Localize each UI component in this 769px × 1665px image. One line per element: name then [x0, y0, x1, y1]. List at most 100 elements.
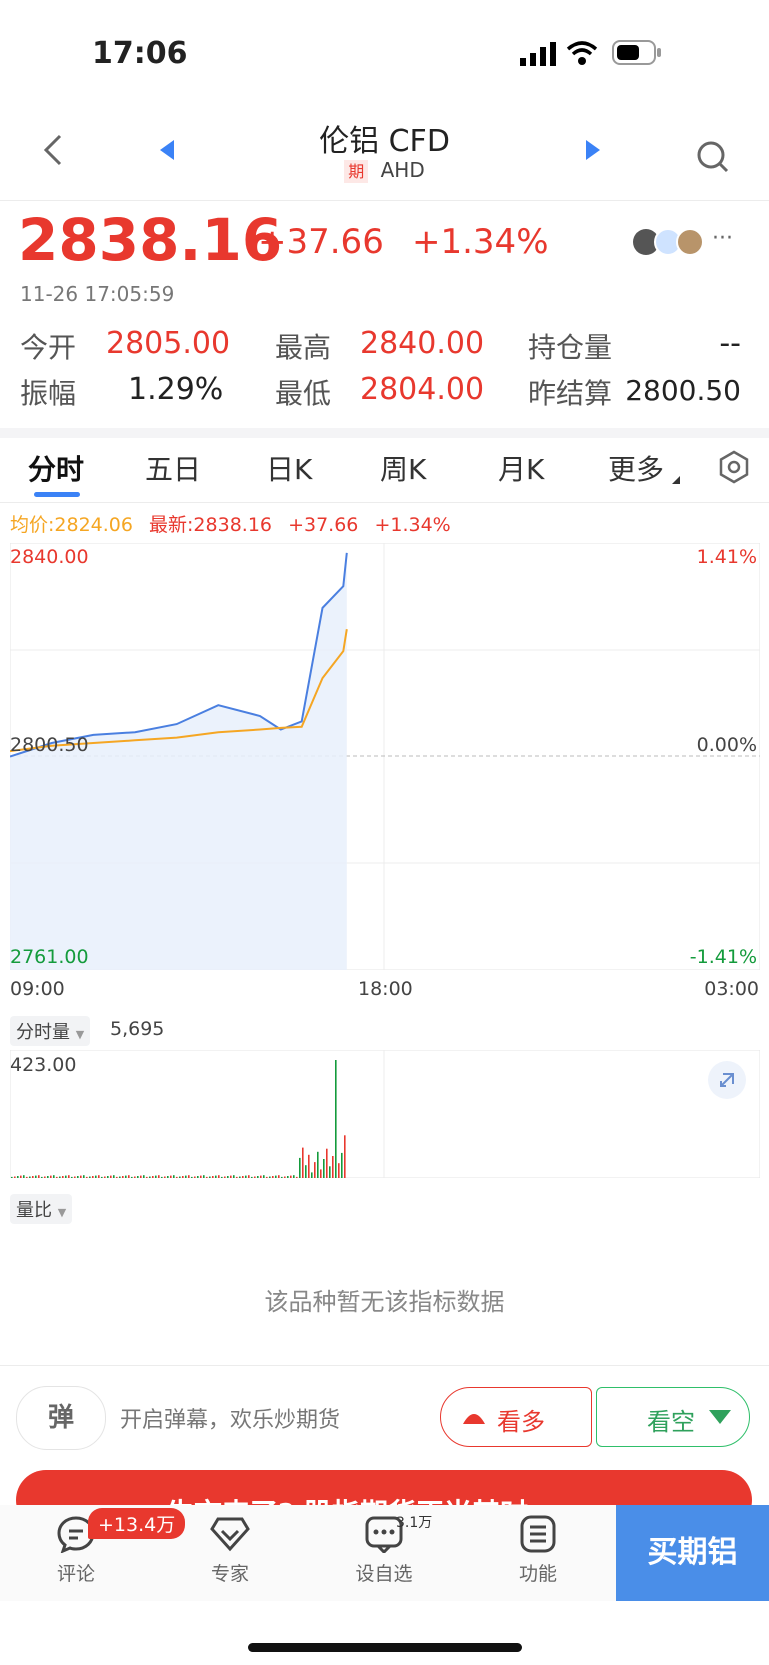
volume-bar: [200, 1175, 202, 1178]
volume-bar: [272, 1176, 274, 1178]
more-icon[interactable]: ···: [712, 226, 733, 251]
volume-bar: [308, 1154, 310, 1178]
latest-price: 最新:2838.16: [149, 514, 273, 536]
bull-button[interactable]: 看多: [440, 1387, 592, 1447]
volume-bar: [71, 1176, 73, 1178]
volume-bar: [179, 1176, 181, 1178]
volume-bar: [302, 1147, 304, 1178]
time-label-mid: 18:00: [358, 978, 413, 1000]
current-price: 2838.16: [18, 206, 283, 274]
tab-monthly-k[interactable]: 月K: [498, 448, 544, 488]
nav-expert[interactable]: 专家: [190, 1515, 270, 1586]
volume-bar: [290, 1175, 292, 1178]
comment-badge: +13.4万: [88, 1508, 186, 1539]
settings-icon[interactable]: [718, 450, 750, 488]
expand-icon[interactable]: [708, 1061, 746, 1099]
latest-change: +37.66: [288, 514, 359, 536]
volume-bar: [74, 1176, 76, 1178]
volume-bar: [35, 1175, 37, 1178]
volume-bar: [269, 1176, 271, 1178]
volume-bar: [275, 1175, 277, 1178]
danmaku-toggle[interactable]: 弹: [16, 1386, 106, 1450]
volume-bar: [170, 1175, 172, 1178]
volume-bar: [110, 1175, 112, 1178]
volume-bar: [218, 1175, 220, 1178]
volume-bar: [137, 1176, 139, 1178]
tab-five-day[interactable]: 五日: [145, 448, 201, 488]
volume-bar: [50, 1175, 52, 1178]
nav-expert-label: 专家: [210, 1563, 249, 1585]
volume-bar: [254, 1176, 256, 1178]
volume-bar: [53, 1175, 55, 1178]
tab-weekly-k[interactable]: 周K: [380, 448, 426, 488]
volume-bars: [11, 1060, 346, 1178]
volume-bar: [212, 1176, 214, 1178]
volume-bar: [173, 1175, 175, 1178]
nav-function[interactable]: 功能: [498, 1515, 578, 1586]
search-icon[interactable]: [696, 140, 730, 178]
axis-mid-price: 2800.50: [10, 734, 89, 756]
volume-bar: [65, 1175, 67, 1178]
volume-bar: [215, 1175, 217, 1178]
bear-label: 看空: [647, 1408, 695, 1436]
price-change: +37.66: [258, 222, 384, 262]
volume-bar: [125, 1175, 127, 1178]
time-label-end: 03:00: [704, 978, 759, 1000]
signal-icon: [520, 42, 556, 70]
volume-bar: [233, 1175, 235, 1178]
bear-button[interactable]: 看空: [596, 1387, 750, 1447]
volume-bar: [338, 1163, 340, 1178]
danmaku-prompt[interactable]: 开启弹幕，欢乐炒期货: [120, 1402, 340, 1434]
tab-daily-k[interactable]: 日K: [266, 448, 312, 488]
volume-bar: [230, 1175, 232, 1178]
ratio-selector-label: 量比: [16, 1200, 52, 1221]
community-avatars[interactable]: [632, 228, 708, 260]
axis-mid-pct: 0.00%: [696, 734, 757, 756]
volume-bar: [92, 1176, 94, 1178]
next-arrow-icon[interactable]: [584, 140, 600, 164]
volume-bar: [227, 1176, 229, 1178]
status-time: 17:06: [92, 36, 188, 71]
amplitude-label: 振幅: [20, 377, 77, 410]
volume-bar: [47, 1176, 49, 1178]
volume-bar: [26, 1176, 28, 1178]
futures-tag: 期: [344, 160, 369, 183]
axis-top-price: 2840.00: [10, 546, 89, 568]
volume-bar: [284, 1176, 286, 1178]
ratio-selector[interactable]: 量比 ▼: [10, 1194, 73, 1224]
volume-bar: [323, 1159, 325, 1178]
volume-bar: [185, 1175, 187, 1178]
volume-bar: [44, 1176, 46, 1178]
quote-timestamp: 11-26 17:05:59: [20, 282, 175, 306]
caret-down-icon: ▼: [57, 1206, 67, 1219]
wifi-icon: [566, 40, 598, 70]
volume-bar: [143, 1175, 145, 1178]
volume-bar: [32, 1176, 34, 1178]
tab-more[interactable]: 更多: [608, 448, 664, 488]
volume-bar: [14, 1176, 16, 1178]
volume-bar: [203, 1175, 205, 1178]
volume-bar: [152, 1176, 154, 1178]
volume-bar: [332, 1156, 334, 1178]
buy-button[interactable]: 买期铝: [616, 1505, 769, 1601]
buy-button-label: 买期铝: [647, 1535, 738, 1570]
dropdown-triangle-icon: [672, 476, 680, 484]
volume-bar: [146, 1176, 148, 1178]
volume-bar: [122, 1176, 124, 1178]
volume-bar: [317, 1151, 319, 1178]
volume-bar: [305, 1165, 307, 1178]
volume-bar: [248, 1175, 250, 1178]
volume-bar: [209, 1176, 211, 1178]
volume-bar: [281, 1176, 283, 1178]
latest-pct: +1.34%: [374, 514, 451, 536]
volume-chart[interactable]: [10, 1050, 760, 1178]
price-chart[interactable]: [10, 543, 760, 970]
volume-bar: [77, 1176, 79, 1178]
volume-selector[interactable]: 分时量 ▼: [10, 1016, 91, 1046]
tab-intraday[interactable]: 分时: [28, 448, 84, 488]
volume-bar: [20, 1175, 22, 1178]
nav-comment-label: 评论: [56, 1563, 95, 1585]
arrow-up-icon: [463, 1414, 485, 1424]
open-interest-value: --: [719, 326, 741, 361]
volume-bar: [17, 1176, 19, 1178]
